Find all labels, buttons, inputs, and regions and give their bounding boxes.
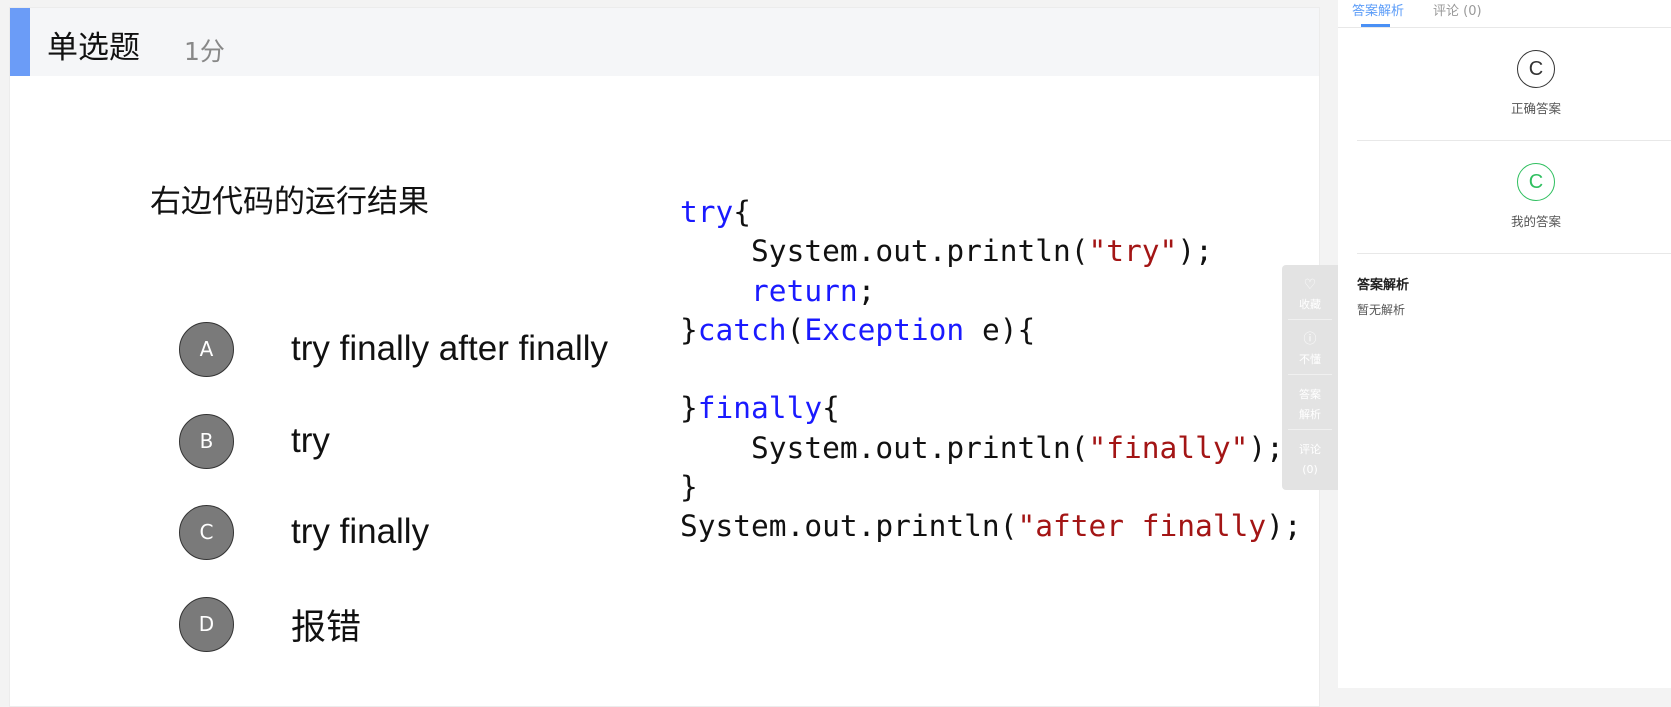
code-line: System.out.println("after finally);: [680, 507, 1302, 546]
analysis-text: 暂无解析: [1357, 303, 1406, 317]
code-token: }: [680, 391, 698, 426]
question-type: 单选题: [47, 30, 140, 66]
active-tab-indicator: [1361, 24, 1390, 27]
code-token: );: [1248, 430, 1284, 465]
code-line: System.out.println("finally");: [680, 429, 1302, 468]
code-token: "try": [1088, 234, 1178, 269]
sidebar-tabs: 答案解析 评论 (0): [1338, 0, 1671, 28]
code-block: try{ System.out.println("try"); return;}…: [680, 193, 1302, 547]
comment-button[interactable]: 评论 (0): [1288, 430, 1332, 484]
question-header: 单选题 1分: [10, 8, 1319, 76]
analysis-button[interactable]: 答案 解析: [1288, 375, 1332, 430]
correct-answer-label: 正确答案: [1510, 101, 1561, 116]
option-text: 报错: [291, 607, 362, 647]
tab-comments[interactable]: 评论 (0): [1433, 0, 1482, 19]
side-toolbar: ♡ 收藏 ⓘ 不懂 答案解析 评论 (0): [1282, 265, 1338, 490]
question-icon: ⓘ: [1303, 332, 1317, 347]
question-text: 右边代码的运行结果: [150, 184, 429, 220]
tab-analysis[interactable]: 答案解析: [1352, 0, 1404, 19]
code-token: );: [1177, 234, 1213, 269]
code-line: }catch(Exception e){: [680, 311, 1302, 350]
code-line: try{: [680, 193, 1302, 232]
my-answer-label: 我的答案: [1510, 214, 1561, 229]
favorite-button[interactable]: ♡ 收藏: [1288, 265, 1332, 320]
code-token: {: [822, 391, 840, 426]
analysis-label-1: 答案: [1299, 388, 1321, 401]
code-token: Exception: [804, 312, 965, 347]
code-token: return: [751, 273, 858, 308]
correct-answer-badge: C: [1517, 50, 1555, 88]
option-letter: A: [179, 321, 234, 377]
comment-count: (0): [1302, 463, 1318, 476]
option-text: try finally after finally: [291, 329, 609, 368]
code-token: e){: [964, 312, 1036, 347]
accent-bar: [10, 8, 30, 76]
question-score: 1分: [184, 37, 225, 66]
analysis-label-2: 解析: [1299, 408, 1321, 421]
my-answer-section: C 我的答案: [1357, 141, 1671, 254]
code-line: }finally{: [680, 389, 1302, 428]
comment-label: 评论: [1299, 443, 1321, 456]
analysis-section: 答案解析 暂无解析: [1357, 254, 1671, 318]
option-c[interactable]: Ctry finally: [179, 504, 429, 560]
option-d[interactable]: D 报错: [179, 596, 361, 652]
option-b[interactable]: Btry: [179, 413, 330, 469]
code-token: try: [680, 195, 734, 229]
option-letter: C: [179, 504, 234, 560]
my-answer-badge: C: [1517, 163, 1555, 201]
option-letter: B: [179, 413, 234, 469]
code-token: System.out.println(: [680, 509, 1018, 544]
option-text: try finally: [291, 512, 430, 551]
code-token: ;: [857, 273, 876, 308]
question-card: 单选题 1分 右边代码的运行结果 Atry finally after fina…: [9, 7, 1320, 707]
answer-sidebar: 答案解析 评论 (0) C 正确答案 C 我的答案 答案解析 暂无解析: [1338, 0, 1671, 688]
analysis-title: 答案解析: [1357, 278, 1410, 293]
code-token: );: [1266, 509, 1302, 544]
option-letter: D: [179, 596, 234, 652]
code-token: System.out.println(: [680, 430, 1089, 465]
correct-answer-section: C 正确答案: [1357, 28, 1671, 141]
code-token: {: [733, 195, 752, 229]
code-token: }: [680, 470, 698, 505]
favorite-label: 收藏: [1299, 298, 1321, 311]
option-text: try: [291, 421, 330, 460]
code-line: System.out.println("try");: [680, 232, 1302, 271]
code-line: return;: [680, 272, 1302, 311]
heart-icon: ♡: [1303, 277, 1317, 293]
option-a[interactable]: Atry finally after finally: [179, 321, 608, 377]
code-token: }: [680, 312, 698, 347]
code-line: }: [680, 468, 1302, 507]
dont-understand-label: 不懂: [1299, 353, 1321, 366]
code-token: catch: [697, 312, 787, 347]
code-token: finally: [697, 391, 823, 426]
code-token: "after finally: [1017, 509, 1267, 544]
dont-understand-button[interactable]: ⓘ 不懂: [1288, 320, 1332, 375]
code-token: System.out.println(: [680, 234, 1089, 269]
code-token: "finally": [1088, 430, 1249, 465]
code-token: (: [786, 312, 805, 347]
